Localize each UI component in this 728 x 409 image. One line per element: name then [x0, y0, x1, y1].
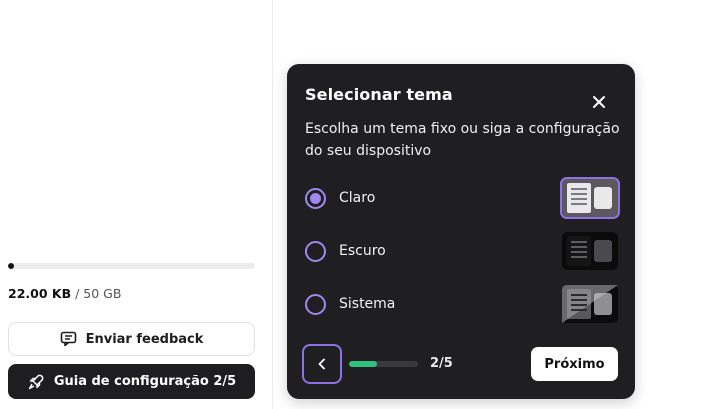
send-feedback-button[interactable]: Enviar feedback: [8, 322, 255, 356]
step-counter: 2/5: [430, 356, 453, 371]
storage-used: 22.00 KB: [8, 286, 72, 301]
light-theme-thumbnail[interactable]: [560, 177, 620, 219]
select-theme-dialog: Selecionar tema Escolha um tema fixo ou …: [287, 64, 635, 399]
theme-option-label: Claro: [339, 190, 376, 206]
back-button[interactable]: [302, 344, 342, 384]
theme-option-label: Sistema: [339, 296, 396, 312]
rocket-icon: [27, 373, 45, 391]
dark-theme-thumbnail[interactable]: [562, 232, 618, 270]
dialog-title: Selecionar tema: [305, 85, 453, 104]
content-divider: [272, 0, 273, 409]
dialog-description: Escolha um tema fixo ou siga a configura…: [305, 121, 620, 159]
storage-usage-text: 22.00 KB / 50 GB: [8, 286, 121, 301]
send-feedback-label: Enviar feedback: [85, 331, 204, 347]
storage-usage-bar: [8, 263, 255, 269]
setup-progress-bar: [349, 361, 418, 367]
chevron-left-icon: [317, 358, 327, 370]
next-button[interactable]: Próximo: [531, 347, 618, 381]
system-theme-thumbnail[interactable]: [562, 285, 618, 323]
theme-option-label: Escuro: [339, 243, 386, 259]
theme-radio-light[interactable]: [305, 187, 326, 209]
storage-usage-fill: [8, 263, 14, 269]
theme-option-dark[interactable]: Escuro: [305, 231, 618, 271]
setup-progress-fill: [349, 361, 377, 367]
close-icon: [592, 95, 606, 109]
message-square-icon: [60, 331, 77, 347]
setup-guide-label: Guia de configuração 2/5: [53, 374, 237, 389]
theme-option-light[interactable]: Claro: [305, 177, 620, 219]
storage-total: / 50 GB: [75, 286, 122, 301]
theme-radio-system[interactable]: [305, 293, 326, 315]
setup-guide-button[interactable]: Guia de configuração 2/5: [8, 364, 255, 399]
close-dialog-button[interactable]: [588, 91, 610, 113]
theme-option-system[interactable]: Sistema: [305, 284, 618, 324]
theme-radio-dark[interactable]: [305, 240, 326, 262]
